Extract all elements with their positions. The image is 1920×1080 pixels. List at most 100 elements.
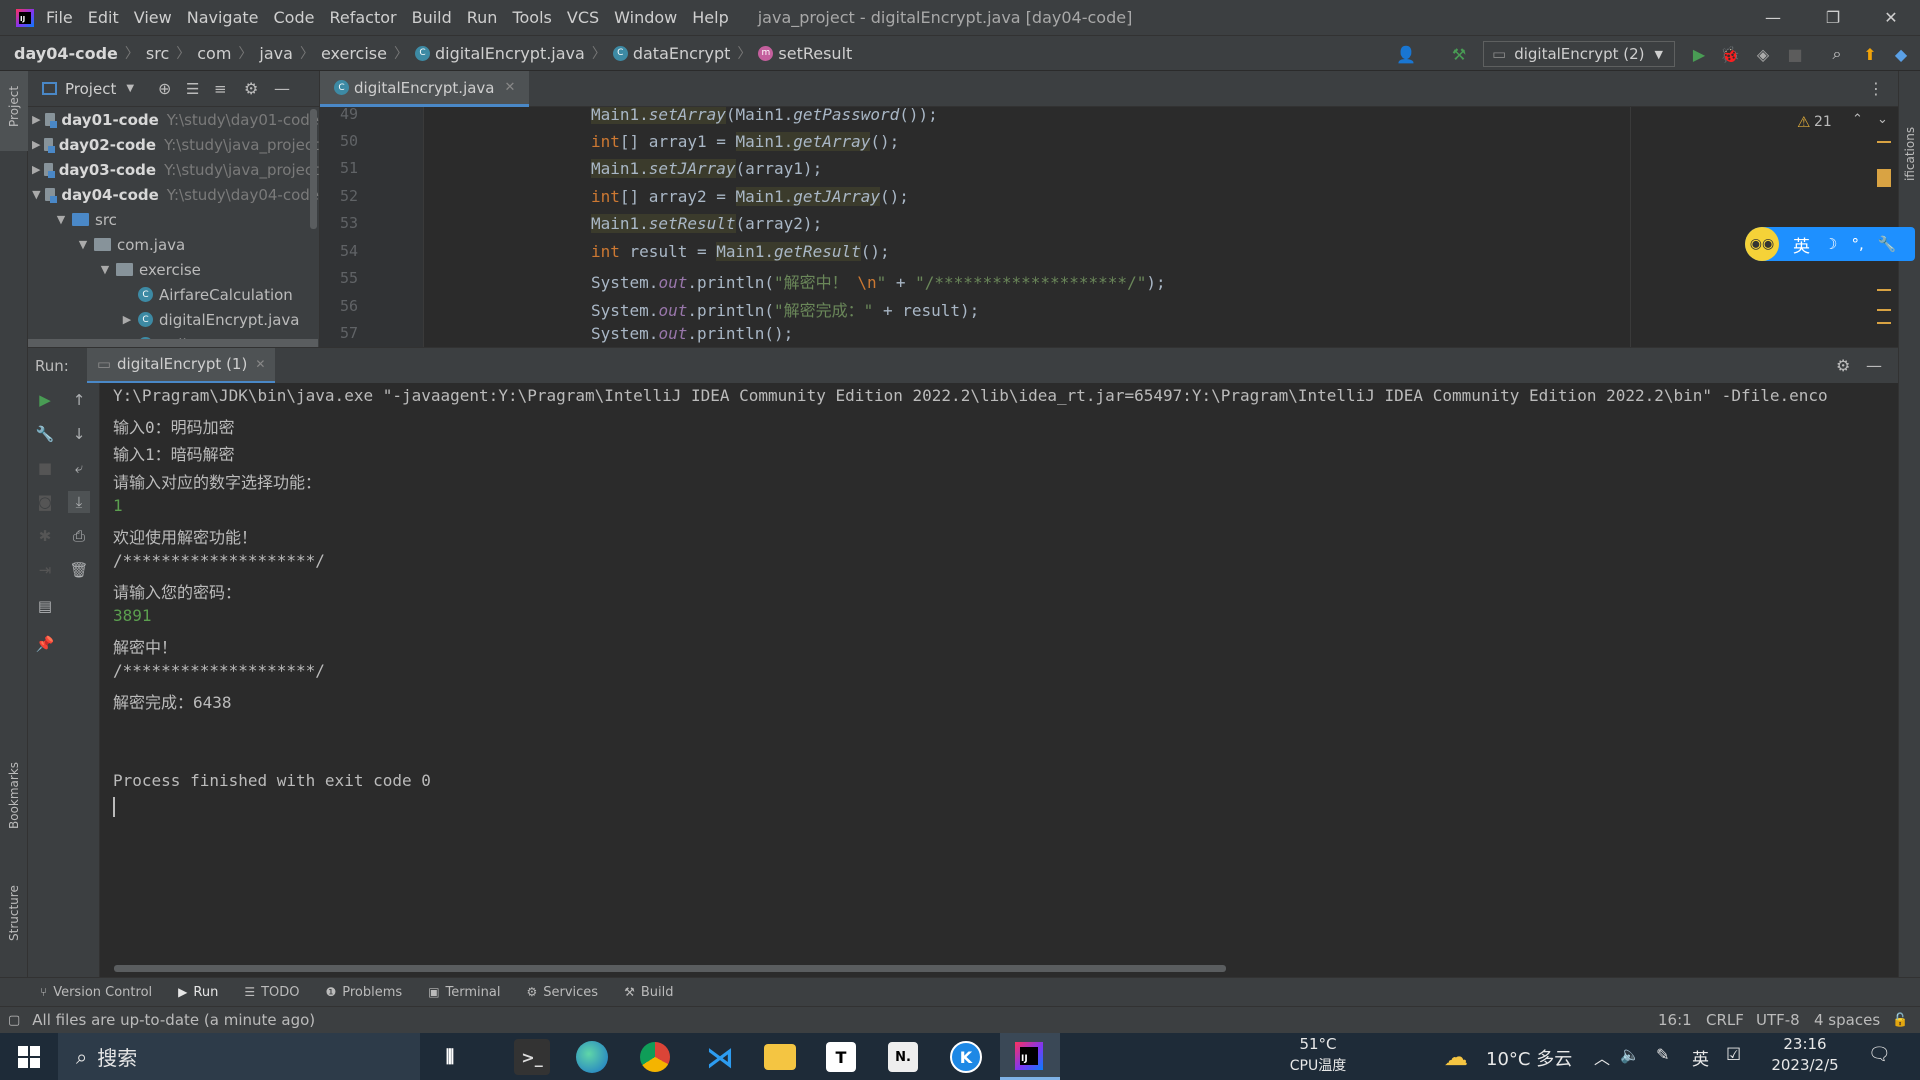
console-horizontal-scrollbar[interactable] (114, 965, 1226, 972)
kugou-music-icon[interactable]: K (950, 1041, 982, 1073)
status-message[interactable]: All files are up-to-date (a minute ago) (32, 1011, 315, 1029)
breadcrumb-project[interactable]: day04-code (14, 44, 118, 63)
print-icon[interactable]: ⎙ (68, 525, 90, 547)
restore-button[interactable]: ❐ (1810, 0, 1856, 35)
moon-icon[interactable]: ☽ (1824, 235, 1837, 253)
tool-tab-terminal[interactable]: ▣ Terminal (428, 985, 500, 1000)
tree-item-src[interactable]: ▼ src (28, 207, 319, 232)
exit-icon[interactable]: ⇥ (34, 559, 56, 581)
project-panel-title[interactable]: Project (65, 80, 116, 98)
checkbox-icon[interactable]: ☑ (1726, 1045, 1741, 1065)
chevron-up-icon[interactable]: ⌃ (1852, 112, 1863, 127)
wrench-icon[interactable]: 🔧 (1878, 235, 1897, 253)
tree-item-com-java[interactable]: ▼ com.java (28, 232, 319, 257)
stop-icon[interactable]: ■ (1784, 43, 1806, 65)
tree-item-digitalencrypt[interactable]: ▶ C digitalEncrypt.java (28, 307, 319, 332)
file-explorer-icon[interactable] (764, 1044, 796, 1070)
menu-window[interactable]: Window (614, 8, 677, 27)
warning-icon[interactable]: ⚠ (1797, 113, 1810, 131)
cpu-temperature[interactable]: 51°C (1283, 1035, 1353, 1053)
windows-start-icon[interactable] (18, 1046, 40, 1068)
notion-icon[interactable]: N. (888, 1042, 918, 1072)
clock-time[interactable]: 23:16 (1770, 1035, 1840, 1053)
expand-all-icon[interactable]: ☰ (186, 80, 199, 98)
soft-wrap-icon[interactable]: ⤶ (68, 457, 90, 479)
menu-build[interactable]: Build (412, 8, 452, 27)
warning-stripe[interactable] (1877, 169, 1891, 187)
project-horizontal-scrollbar[interactable] (28, 339, 318, 347)
notification-center-icon[interactable]: 🗨 (1868, 1044, 1891, 1065)
close-tab-icon[interactable]: ✕ (255, 357, 265, 371)
menu-navigate[interactable]: Navigate (187, 8, 259, 27)
coverage-icon[interactable]: ◈ (1752, 43, 1774, 65)
edge-browser-icon[interactable] (576, 1041, 608, 1073)
punctuation-icon[interactable]: °, (1851, 235, 1863, 253)
weather-text[interactable]: 10°C 多云 (1486, 1045, 1572, 1071)
minimize-button[interactable]: — (1750, 0, 1796, 35)
chevron-down-icon[interactable]: ▼ (126, 83, 134, 94)
scroll-to-end-icon[interactable]: ⤓ (68, 491, 90, 513)
chevron-up-icon[interactable]: ︿ (1594, 1045, 1610, 1069)
structure-tool-label[interactable]: Structure (7, 885, 21, 941)
chrome-browser-icon[interactable] (640, 1042, 670, 1072)
debug-icon[interactable]: ✱ (34, 525, 56, 547)
update-icon[interactable]: ⬆ (1859, 43, 1881, 65)
task-view-icon[interactable]: ⫴ (432, 1039, 468, 1075)
code-editor[interactable]: Main1.setArray(Main1.getPassword()); int… (424, 107, 1630, 347)
chevron-down-icon[interactable]: ⌄ (1877, 112, 1888, 127)
hide-icon[interactable]: — (274, 79, 290, 98)
project-tool-label[interactable]: Project (7, 86, 21, 127)
gear-icon[interactable]: ⚙ (1836, 356, 1850, 375)
menu-file[interactable]: File (46, 8, 73, 27)
rerun-icon[interactable]: ▶ (34, 389, 56, 411)
breadcrumb-exercise[interactable]: exercise (321, 44, 387, 63)
chevron-right-icon[interactable]: ▶ (120, 313, 134, 326)
pin-icon[interactable]: 📌 (34, 633, 56, 655)
plugin-icon[interactable]: ◆ (1890, 43, 1912, 65)
file-encoding[interactable]: UTF-8 (1756, 1011, 1800, 1029)
weather-cloud-icon[interactable]: ☁ (1444, 1043, 1468, 1071)
trash-icon[interactable]: 🗑 (68, 559, 90, 581)
wrench-icon[interactable]: 🔧 (34, 423, 56, 445)
line-separator[interactable]: CRLF (1706, 1011, 1744, 1029)
close-tab-icon[interactable]: ✕ (505, 80, 516, 95)
arrow-up-icon[interactable]: ↑ (68, 389, 90, 411)
menu-code[interactable]: Code (274, 8, 315, 27)
chevron-right-icon[interactable]: ▶ (32, 113, 41, 126)
breadcrumb-java[interactable]: java (259, 44, 293, 63)
layout-icon[interactable]: ▤ (34, 595, 56, 617)
tab-digitalencrypt[interactable]: C digitalEncrypt.java ✕ (320, 71, 530, 107)
pen-icon[interactable]: ✎ (1656, 1045, 1669, 1064)
camera-icon[interactable]: ◙ (34, 491, 56, 513)
breadcrumb-com[interactable]: com (197, 44, 231, 63)
terminal-app-icon[interactable]: >_ (514, 1039, 550, 1075)
gear-icon[interactable]: ⚙ (244, 79, 258, 98)
tree-item-day02[interactable]: ▶ day02-code Y:\study\java_project (28, 132, 319, 157)
indent-setting[interactable]: 4 spaces (1814, 1011, 1880, 1029)
tree-item-day04[interactable]: ▼ day04-code Y:\study\day04-code (28, 182, 319, 207)
breadcrumb-method[interactable]: setResult (778, 44, 852, 63)
run-icon[interactable]: ▶ (1688, 43, 1710, 65)
chevron-right-icon[interactable]: ▶ (32, 163, 40, 176)
ime-mascot-icon[interactable]: ◉◉ (1745, 227, 1779, 261)
menu-refactor[interactable]: Refactor (329, 8, 396, 27)
warning-stripe[interactable] (1877, 141, 1891, 143)
menu-run[interactable]: Run (467, 8, 498, 27)
collapse-all-icon[interactable]: ≡ (214, 80, 227, 98)
tool-tab-problems[interactable]: ❶ Problems (326, 985, 403, 1000)
chevron-right-icon[interactable]: ▶ (32, 138, 40, 151)
taskbar-ime[interactable]: 英 (1692, 1045, 1709, 1070)
cursor-position[interactable]: 16:1 (1658, 1011, 1692, 1029)
notifications-tool-label[interactable]: ifications (1903, 127, 1917, 181)
typora-icon[interactable]: T (826, 1042, 856, 1072)
lock-icon[interactable]: 🔓 (1892, 1013, 1908, 1028)
more-options-icon[interactable]: ⋮ (1868, 79, 1884, 98)
warning-stripe[interactable] (1877, 289, 1891, 291)
console-output[interactable]: Y:\Pragram\JDK\bin\java.exe "-javaagent:… (100, 383, 1898, 977)
ime-language[interactable]: 英 (1793, 232, 1810, 257)
warning-stripe[interactable] (1877, 309, 1891, 311)
bookmarks-tool-label[interactable]: Bookmarks (7, 762, 21, 829)
clock-date[interactable]: 2023/2/5 (1765, 1056, 1845, 1074)
run-tab[interactable]: ▭ digitalEncrypt (1) ✕ (86, 347, 276, 384)
menu-view[interactable]: View (134, 8, 172, 27)
